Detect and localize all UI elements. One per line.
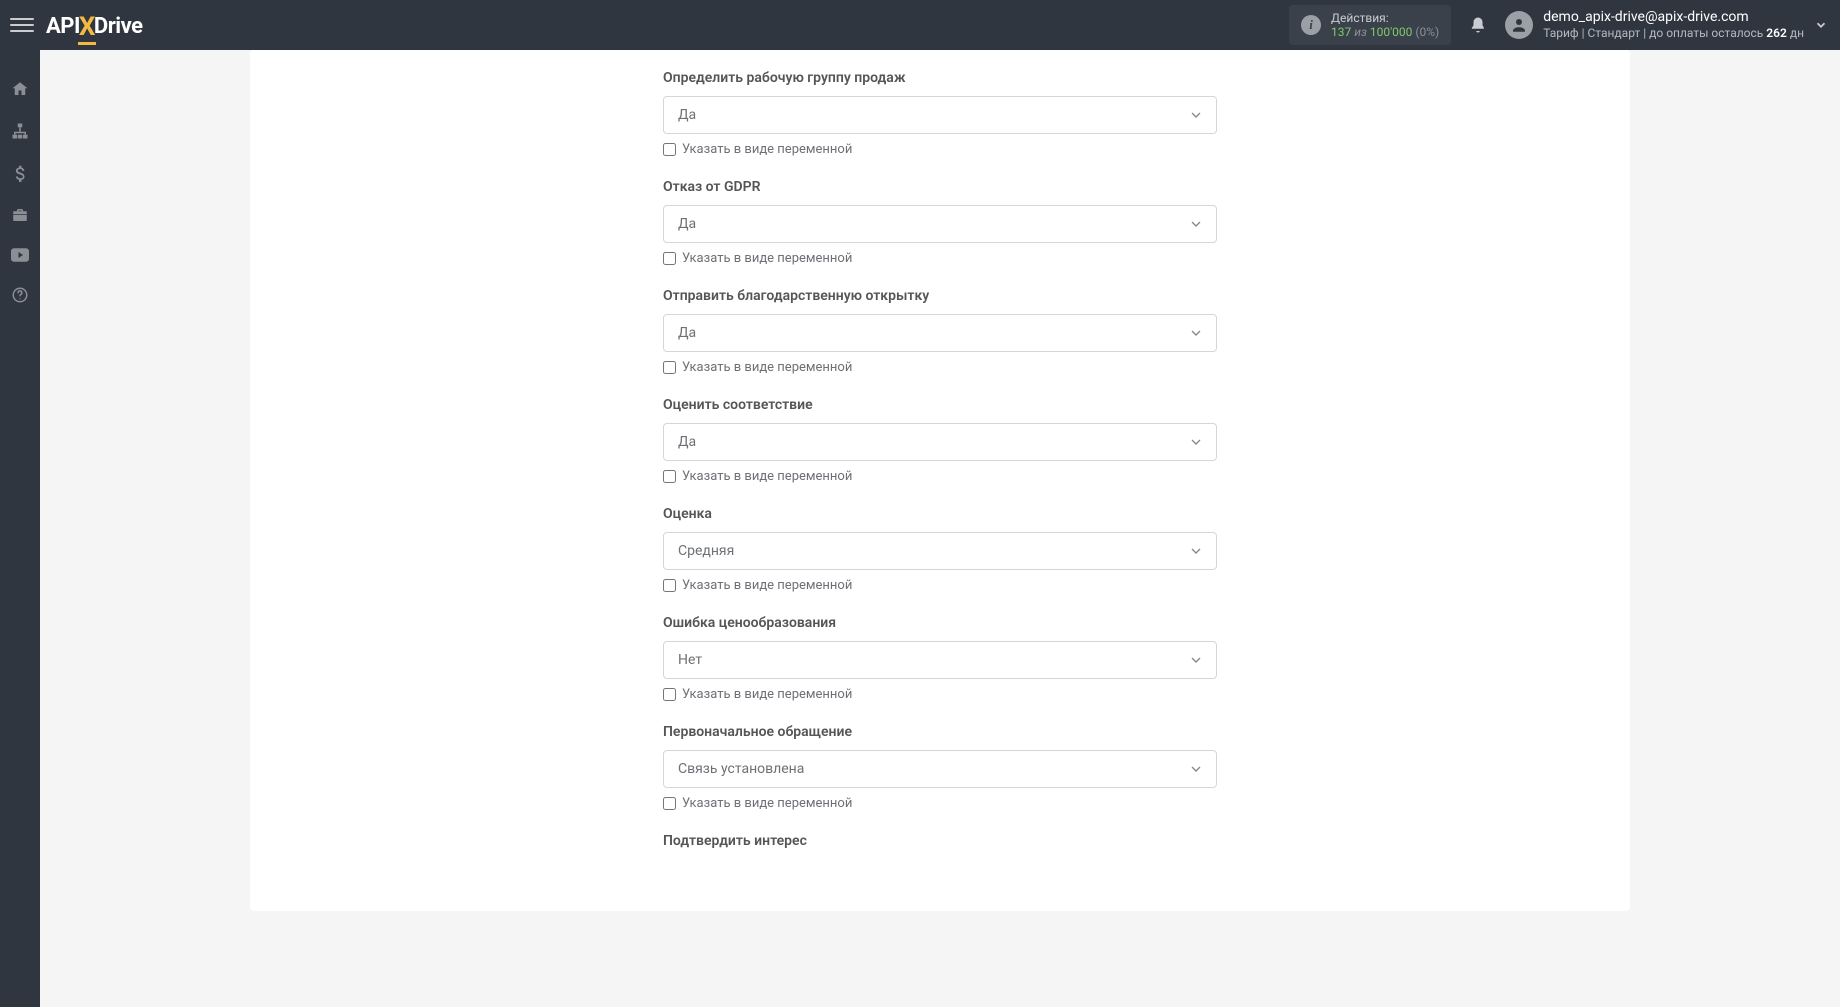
select-value: Нет — [678, 652, 702, 668]
variable-checkbox-label[interactable]: Указать в виде переменной — [682, 687, 852, 702]
variable-checkbox[interactable] — [663, 688, 676, 701]
select-dropdown[interactable]: Да — [663, 314, 1217, 352]
select-dropdown[interactable]: Да — [663, 423, 1217, 461]
chevron-down-icon — [1814, 18, 1828, 32]
user-email: demo_apix-drive@apix-drive.com — [1543, 8, 1804, 26]
variable-checkbox[interactable] — [663, 252, 676, 265]
variable-checkbox-row: Указать в виде переменной — [663, 360, 1217, 375]
help-icon[interactable] — [11, 286, 29, 304]
select-value: Да — [678, 107, 696, 123]
settings-card: Определить рабочую группу продаж Да Указат… — [250, 50, 1630, 911]
chevron-down-icon — [1188, 216, 1204, 232]
select-dropdown[interactable]: Да — [663, 205, 1217, 243]
user-tariff: Тариф | Стандарт | до оплаты осталось 26… — [1543, 26, 1804, 42]
variable-checkbox-label[interactable]: Указать в виде переменной — [682, 251, 852, 266]
field-label: Оценить соответствие — [663, 397, 1217, 413]
variable-checkbox[interactable] — [663, 579, 676, 592]
select-value: Да — [678, 325, 696, 341]
field-group: Отправить благодарственную открытку Да Ука… — [663, 288, 1217, 375]
avatar-icon — [1505, 11, 1533, 39]
field-group: Ошибка ценообразования Нет Указать в виде … — [663, 615, 1217, 702]
actions-label: Действия: — [1331, 11, 1439, 25]
variable-checkbox-row: Указать в виде переменной — [663, 251, 1217, 266]
bell-icon[interactable] — [1469, 16, 1487, 34]
variable-checkbox[interactable] — [663, 361, 676, 374]
field-group: Первоначальное обращение Связь установлен… — [663, 724, 1217, 811]
field-group: Определить рабочую группу продаж Да Указат… — [663, 70, 1217, 157]
chevron-down-icon — [1188, 107, 1204, 123]
variable-checkbox-label[interactable]: Указать в виде переменной — [682, 142, 852, 157]
main-header: API X Drive i Действия: 137 из 100'000 (… — [0, 0, 1840, 50]
select-dropdown[interactable]: Нет — [663, 641, 1217, 679]
select-value: Средняя — [678, 543, 734, 559]
hamburger-menu-button[interactable] — [10, 13, 34, 37]
select-value: Связь установлена — [678, 761, 804, 777]
actions-summary[interactable]: i Действия: 137 из 100'000 (0%) — [1289, 5, 1451, 46]
variable-checkbox-label[interactable]: Указать в виде переменной — [682, 578, 852, 593]
variable-checkbox-label[interactable]: Указать в виде переменной — [682, 469, 852, 484]
field-label: Отправить благодарственную открытку — [663, 288, 1217, 304]
field-label: Ошибка ценообразования — [663, 615, 1217, 631]
logo-x: X — [79, 12, 95, 42]
logo-api: API — [46, 14, 80, 39]
variable-checkbox[interactable] — [663, 797, 676, 810]
user-menu[interactable]: demo_apix-drive@apix-drive.com Тариф | С… — [1505, 8, 1840, 42]
info-icon: i — [1301, 15, 1321, 35]
variable-checkbox-row: Указать в виде переменной — [663, 796, 1217, 811]
select-dropdown[interactable]: Средняя — [663, 532, 1217, 570]
field-label: Подтвердить интерес — [663, 833, 1217, 849]
variable-checkbox-row: Указать в виде переменной — [663, 578, 1217, 593]
variable-checkbox-row: Указать в виде переменной — [663, 142, 1217, 157]
home-icon[interactable] — [11, 80, 29, 98]
logo-drive: Drive — [94, 14, 143, 39]
variable-checkbox-row: Указать в виде переменной — [663, 469, 1217, 484]
youtube-icon[interactable] — [11, 248, 29, 262]
chevron-down-icon — [1188, 434, 1204, 450]
field-label: Оценка — [663, 506, 1217, 522]
connections-icon[interactable] — [11, 122, 29, 140]
select-value: Да — [678, 216, 696, 232]
chevron-down-icon — [1188, 543, 1204, 559]
variable-checkbox[interactable] — [663, 143, 676, 156]
field-group: Оценка Средняя Указать в виде переменной — [663, 506, 1217, 593]
variable-checkbox[interactable] — [663, 470, 676, 483]
field-group: Оценить соответствие Да Указать в виде пер… — [663, 397, 1217, 484]
actions-counts: 137 из 100'000 (0%) — [1331, 25, 1439, 39]
billing-icon[interactable] — [14, 164, 26, 182]
variable-checkbox-label[interactable]: Указать в виде переменной — [682, 796, 852, 811]
select-dropdown[interactable]: Да — [663, 96, 1217, 134]
page-content: Определить рабочую группу продаж Да Указат… — [40, 50, 1840, 951]
left-sidebar — [0, 50, 40, 1007]
variable-checkbox-label[interactable]: Указать в виде переменной — [682, 360, 852, 375]
chevron-down-icon — [1188, 761, 1204, 777]
select-dropdown[interactable]: Связь установлена — [663, 750, 1217, 788]
logo[interactable]: API X Drive — [46, 10, 142, 40]
field-group: Отказ от GDPR Да Указать в виде переменной — [663, 179, 1217, 266]
field-label: Определить рабочую группу продаж — [663, 70, 1217, 86]
select-value: Да — [678, 434, 696, 450]
field-group: Подтвердить интерес — [663, 833, 1217, 849]
field-label: Отказ от GDPR — [663, 179, 1217, 195]
field-label: Первоначальное обращение — [663, 724, 1217, 740]
briefcase-icon[interactable] — [11, 206, 29, 224]
chevron-down-icon — [1188, 652, 1204, 668]
variable-checkbox-row: Указать в виде переменной — [663, 687, 1217, 702]
chevron-down-icon — [1188, 325, 1204, 341]
